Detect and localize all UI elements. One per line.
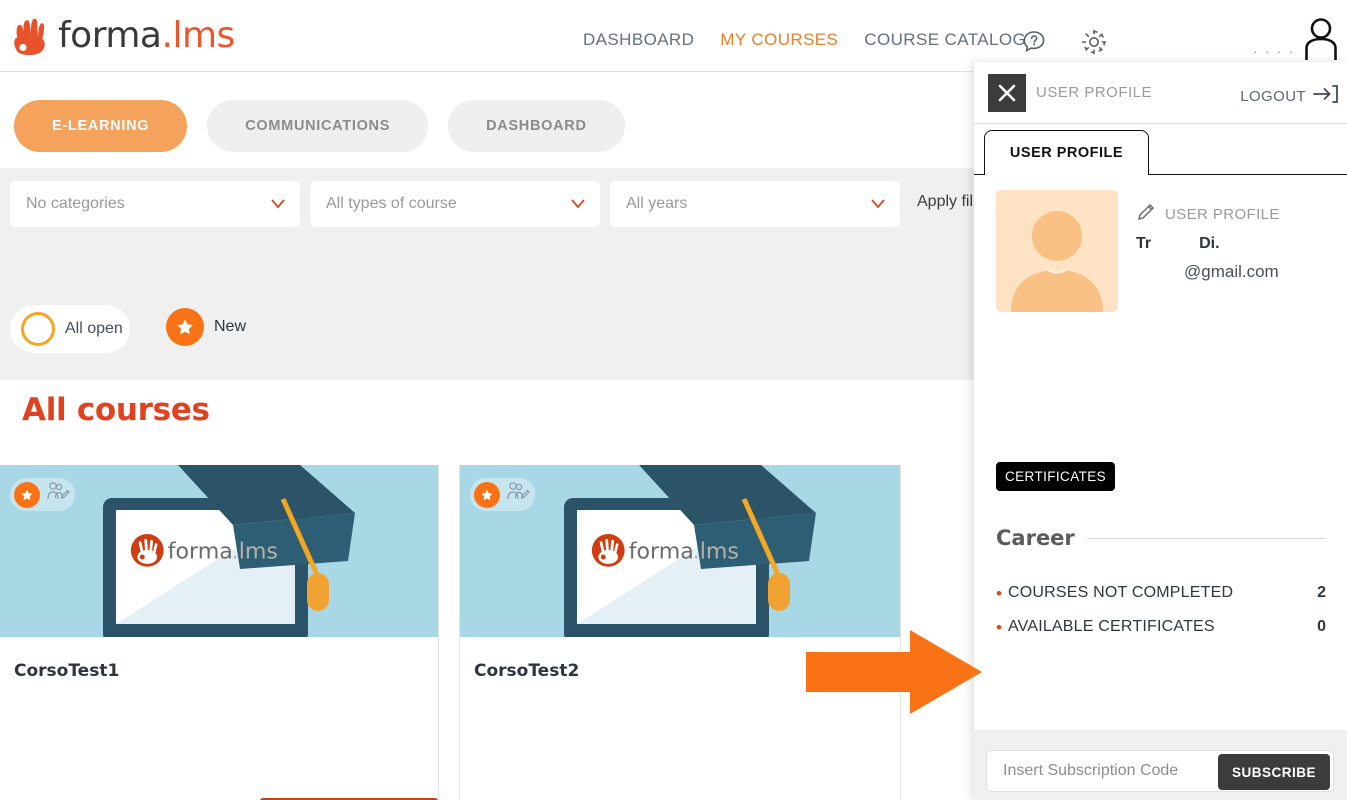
chevron-down-icon: [570, 197, 586, 216]
svg-text:.lms: .lms: [232, 539, 278, 565]
nav-item-my-courses[interactable]: MY COURSES: [720, 30, 838, 50]
brand-logo[interactable]: forma.lms: [10, 14, 235, 58]
course-badge-group: [10, 478, 75, 511]
filter-chip-all-open[interactable]: All open: [10, 305, 130, 353]
chevron-down-icon: [270, 197, 286, 216]
panel-tab-row: USER PROFILE: [974, 124, 1347, 174]
logout-label: LOGOUT: [1240, 88, 1306, 105]
filter-select-group: No categories All types of course All ye…: [10, 181, 900, 227]
subscribe-button[interactable]: SUBSCRIBE: [1218, 754, 1330, 790]
filter-year-value: All years: [626, 195, 687, 213]
pencil-icon: [1136, 202, 1156, 227]
profile-first-name: Tr: [1136, 235, 1151, 252]
right-arrow-annotation: [806, 630, 982, 719]
people-edit-icon[interactable]: [45, 480, 71, 509]
panel-header-title: USER PROFILE: [1036, 84, 1152, 101]
section-tab-communications[interactable]: COMMUNICATIONS: [207, 100, 428, 152]
app-root: forma.lms DASHBOARD MY COURSES COURSE CA…: [0, 0, 1347, 800]
career-section-header: Career: [996, 526, 1326, 550]
hand-logo-icon: [10, 14, 56, 58]
tab-user-profile[interactable]: USER PROFILE: [984, 130, 1149, 175]
top-icon-group: [1020, 26, 1110, 63]
profile-body: USER PROFILE TrDi. @gmail.com CERTIFICAT…: [974, 174, 1347, 190]
subscription-code-input[interactable]: Insert Subscription Code SUBSCRIBE: [986, 750, 1334, 792]
course-thumbnail: forma .lms: [460, 465, 900, 637]
career-item-label: COURSES NOT COMPLETED: [1008, 584, 1233, 602]
filter-chip-new-label: New: [214, 318, 246, 336]
people-edit-icon[interactable]: [505, 480, 531, 509]
panel-header: USER PROFILE LOGOUT: [974, 62, 1347, 124]
course-title: CorsoTest1: [14, 661, 438, 681]
bullet-icon: •: [996, 585, 1002, 602]
career-item-available-certificates[interactable]: • AVAILABLE CERTIFICATES 0: [996, 618, 1326, 636]
close-icon[interactable]: [988, 74, 1026, 112]
top-navigation: DASHBOARD MY COURSES COURSE CATALOG: [583, 30, 1026, 50]
apply-filter-button[interactable]: Apply fil: [917, 193, 973, 211]
user-profile-panel: USER PROFILE LOGOUT USER PROFILE: [974, 62, 1347, 800]
page-title: All courses: [22, 392, 210, 428]
bullet-icon: •: [996, 619, 1002, 636]
avatar-placeholder-icon[interactable]: [996, 190, 1118, 312]
section-tab-row: E-LEARNING COMMUNICATIONS DASHBOARD: [14, 100, 625, 152]
star-icon[interactable]: [14, 482, 40, 508]
brand-name-dark: forma: [58, 15, 162, 56]
course-card[interactable]: forma .lms CorsoTest1: [0, 465, 439, 800]
redacted-dots: · · · ·: [1253, 44, 1295, 59]
gear-icon[interactable]: [1078, 26, 1110, 63]
filter-year-select[interactable]: All years: [610, 181, 900, 227]
certificates-button[interactable]: CERTIFICATES: [996, 462, 1115, 491]
career-item-value: 2: [1317, 584, 1326, 602]
svg-text:forma: forma: [629, 539, 694, 565]
divider: [1087, 538, 1326, 539]
nav-item-dashboard[interactable]: DASHBOARD: [583, 30, 694, 50]
profile-last-name: Di.: [1199, 235, 1219, 252]
filter-chip-all-open-label: All open: [65, 320, 123, 338]
course-thumbnail: forma .lms: [0, 465, 438, 637]
course-badge-group: [470, 478, 535, 511]
circle-ring-icon: [21, 312, 55, 346]
svg-text:forma: forma: [168, 539, 233, 565]
edit-profile-label: USER PROFILE: [1165, 206, 1280, 223]
star-icon[interactable]: [474, 482, 500, 508]
section-tab-dashboard[interactable]: DASHBOARD: [448, 100, 625, 152]
edit-profile-link[interactable]: USER PROFILE: [1136, 202, 1280, 227]
profile-meta: USER PROFILE Tr Di. @gmail.com: [1136, 202, 1280, 282]
section-tab-elearning[interactable]: E-LEARNING: [14, 100, 187, 152]
filter-course-type-value: All types of course: [326, 195, 457, 213]
filter-chip-new[interactable]: New: [166, 308, 246, 346]
chevron-down-icon: [870, 197, 886, 216]
career-item-value: 0: [1317, 618, 1326, 636]
person-icon[interactable]: [1300, 16, 1342, 65]
star-icon: [166, 308, 204, 346]
profile-name: Tr Di.: [1136, 235, 1280, 253]
filter-course-type-select[interactable]: All types of course: [310, 181, 600, 227]
nav-item-course-catalog[interactable]: COURSE CATALOG: [864, 30, 1026, 50]
subscription-zone: Insert Subscription Code SUBSCRIBE: [974, 730, 1347, 800]
subscription-placeholder: Insert Subscription Code: [1003, 762, 1178, 780]
brand-name-orange: .lms: [162, 15, 235, 56]
filter-category-select[interactable]: No categories: [10, 181, 300, 227]
sign-out-icon: [1313, 84, 1339, 109]
career-heading: Career: [996, 526, 1075, 550]
career-item-courses-not-completed[interactable]: • COURSES NOT COMPLETED 2: [996, 584, 1326, 602]
career-item-label: AVAILABLE CERTIFICATES: [1008, 618, 1215, 636]
profile-email: @gmail.com: [1184, 262, 1280, 282]
question-bubble-icon[interactable]: [1020, 28, 1048, 61]
logout-button[interactable]: LOGOUT: [1240, 84, 1339, 109]
filter-category-value: No categories: [26, 195, 125, 213]
svg-text:.lms: .lms: [693, 539, 739, 565]
brand-wordmark: forma.lms: [58, 15, 235, 56]
